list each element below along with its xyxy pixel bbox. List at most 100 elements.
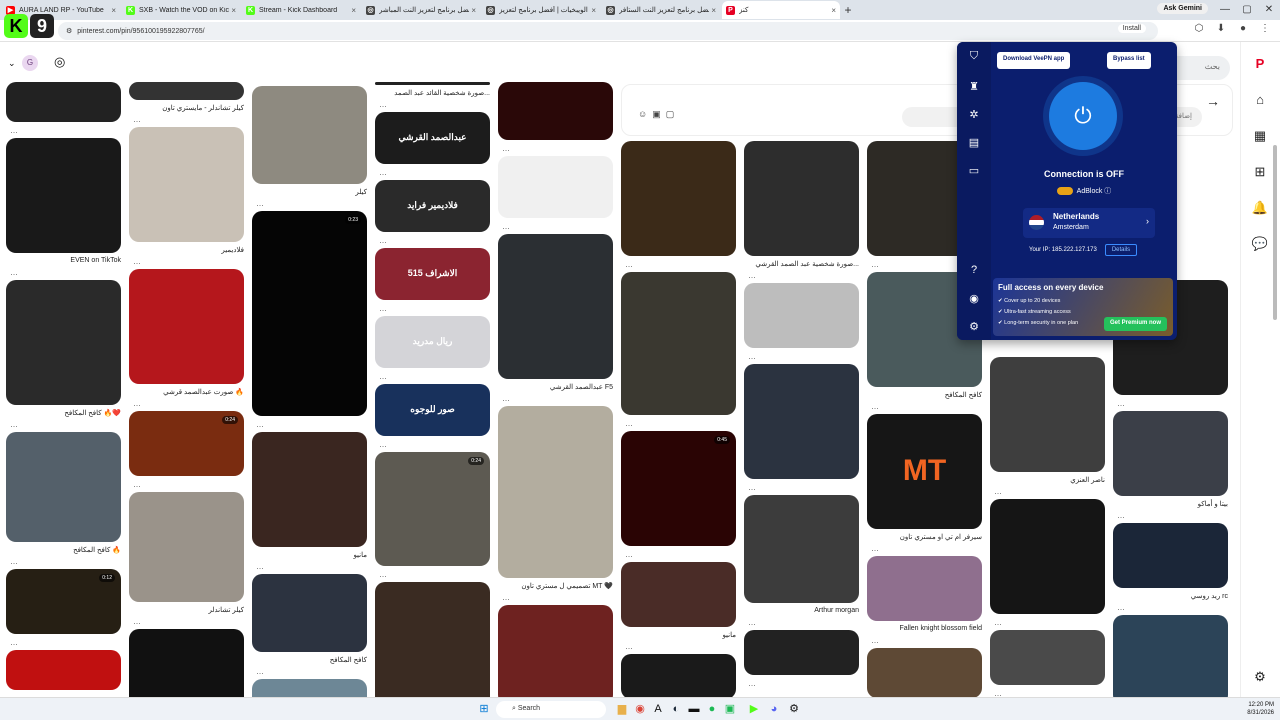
pin-card[interactable] — [621, 141, 736, 256]
pin-card[interactable] — [867, 556, 982, 621]
more-options-icon[interactable]: … — [10, 126, 18, 135]
pin-card[interactable] — [498, 605, 613, 705]
more-options-icon[interactable]: … — [502, 394, 510, 403]
install-button[interactable]: Install — [1117, 24, 1146, 33]
pin-card[interactable] — [498, 156, 613, 218]
pin-card[interactable] — [252, 574, 367, 652]
tab-close-icon[interactable]: × — [831, 6, 836, 15]
profile-icon[interactable]: ● — [1236, 23, 1250, 34]
maximize-icon[interactable]: ▢ — [1236, 0, 1258, 20]
pin-card[interactable]: 0:23 — [252, 211, 367, 416]
download-app-button[interactable]: Download VeePN app — [997, 52, 1071, 69]
minimize-icon[interactable]: — — [1214, 0, 1236, 20]
pin-card[interactable]: عبدالصمد القرشي — [375, 112, 490, 164]
more-options-icon[interactable]: … — [1117, 399, 1125, 408]
pin-caption[interactable]: فلاديمير — [129, 246, 244, 254]
more-options-icon[interactable]: … — [379, 168, 387, 177]
more-options-icon[interactable]: … — [871, 260, 879, 269]
pin-caption[interactable]: مانيو — [252, 551, 367, 559]
more-options-icon[interactable]: … — [994, 487, 1002, 496]
pin-card[interactable] — [129, 82, 244, 100]
pin-caption[interactable]: مانيو — [621, 631, 736, 639]
pin-card[interactable]: 0:24 — [129, 411, 244, 476]
bug-icon[interactable]: ✲ — [965, 108, 983, 121]
more-options-icon[interactable]: … — [748, 271, 756, 280]
pin-caption[interactable]: ريد روسي rc — [1113, 592, 1228, 600]
more-options-icon[interactable]: … — [748, 679, 756, 688]
download-icon[interactable]: ⬇ — [1214, 23, 1228, 34]
pin-card[interactable] — [621, 272, 736, 415]
pin-card[interactable] — [6, 82, 121, 122]
toggle-switch[interactable] — [1056, 187, 1073, 196]
shield-icon[interactable]: ⛉ — [965, 50, 983, 63]
new-tab-button[interactable]: + — [840, 3, 856, 17]
ask-gemini-button[interactable]: Ask Gemini — [1157, 3, 1208, 14]
more-options-icon[interactable]: … — [625, 642, 633, 651]
browser-tab[interactable]: ◎ الويبخيات | أفضل برنامج لتعزيز ...× — [482, 1, 600, 19]
bypass-list-button[interactable]: Bypass list — [1107, 52, 1151, 69]
more-options-icon[interactable]: … — [502, 144, 510, 153]
more-options-icon[interactable]: … — [256, 199, 264, 208]
more-options-icon[interactable]: … — [748, 483, 756, 492]
more-options-icon[interactable]: … — [1117, 511, 1125, 520]
more-options-icon[interactable]: … — [502, 222, 510, 231]
more-options-icon[interactable]: … — [748, 352, 756, 361]
tab-close-icon[interactable]: × — [471, 6, 476, 15]
devices-icon[interactable]: ▭ — [965, 164, 983, 177]
more-options-icon[interactable]: … — [256, 667, 264, 676]
more-options-icon[interactable]: … — [133, 399, 141, 408]
pin-card[interactable]: 0:45 — [621, 431, 736, 546]
more-options-icon[interactable]: … — [625, 260, 633, 269]
settings-icon[interactable]: ⚙ — [786, 701, 802, 717]
more-options-icon[interactable]: … — [379, 440, 387, 449]
pin-caption[interactable]: كافح المكافح — [867, 391, 982, 399]
more-options-icon[interactable]: … — [133, 480, 141, 489]
pin-caption[interactable]: عبدالصمد القرشي F5 — [498, 383, 613, 391]
scrollbar[interactable] — [1273, 145, 1277, 320]
avatar[interactable]: G — [22, 55, 38, 71]
more-options-icon[interactable]: … — [256, 420, 264, 429]
pin-card[interactable] — [6, 138, 121, 253]
tab-close-icon[interactable]: × — [231, 6, 236, 15]
pin-card[interactable] — [990, 357, 1105, 472]
pin-card[interactable] — [129, 127, 244, 242]
pin-caption[interactable]: EVEN on TikTok — [6, 257, 121, 264]
pin-caption[interactable]: كافح المكافح 🔥 — [6, 546, 121, 554]
help-icon[interactable]: ? — [965, 264, 983, 276]
location-selector[interactable]: Netherlands Amsterdam › — [1023, 208, 1155, 238]
more-options-icon[interactable]: … — [256, 562, 264, 571]
site-info-icon[interactable]: ⚙ — [66, 27, 72, 35]
tab-close-icon[interactable]: × — [591, 6, 596, 15]
chrome-icon[interactable]: ◉ — [632, 701, 648, 717]
pin-caption[interactable]: صورت عبدالصمد قرشي 🔥 — [129, 388, 244, 396]
pin-card[interactable] — [990, 499, 1105, 614]
extensions-icon[interactable]: ⬡ — [1192, 23, 1206, 34]
more-options-icon[interactable]: … — [1117, 603, 1125, 612]
discord-icon[interactable]: ◕ — [766, 701, 782, 717]
pin-card[interactable] — [252, 432, 367, 547]
layers-icon[interactable]: ▤ — [965, 136, 983, 149]
pin-caption[interactable]: كيلر تشاندلر — [129, 606, 244, 614]
pin-card[interactable] — [744, 283, 859, 348]
more-options-icon[interactable]: … — [379, 100, 387, 109]
pin-caption[interactable]: كيلر — [252, 188, 367, 196]
pin-card[interactable] — [621, 562, 736, 627]
arrow-right-icon[interactable]: → — [1206, 93, 1220, 109]
pin-card[interactable] — [990, 630, 1105, 685]
more-options-icon[interactable]: … — [625, 419, 633, 428]
pin-card[interactable] — [129, 629, 244, 707]
taskbar-search[interactable]: ⌕ Search — [496, 701, 606, 718]
browser-tab[interactable]: P كنز × — [722, 1, 840, 19]
pin-card[interactable] — [375, 82, 490, 85]
adblock-toggle[interactable]: AdBlock ⓘ — [991, 186, 1177, 196]
settings-icon[interactable]: ⚙ — [1251, 669, 1269, 685]
pin-card[interactable] — [252, 86, 367, 184]
tab-close-icon[interactable]: × — [351, 6, 356, 15]
more-options-icon[interactable]: … — [133, 617, 141, 626]
more-options-icon[interactable]: … — [748, 618, 756, 627]
get-premium-button[interactable]: Get Premium now — [1103, 317, 1167, 331]
pin-caption[interactable]: كافح المكافح 🔥❤️ — [6, 409, 121, 417]
pin-card[interactable] — [867, 648, 982, 698]
pin-card[interactable]: 515 الاشراف — [375, 248, 490, 300]
pin-card[interactable]: MT — [867, 414, 982, 529]
